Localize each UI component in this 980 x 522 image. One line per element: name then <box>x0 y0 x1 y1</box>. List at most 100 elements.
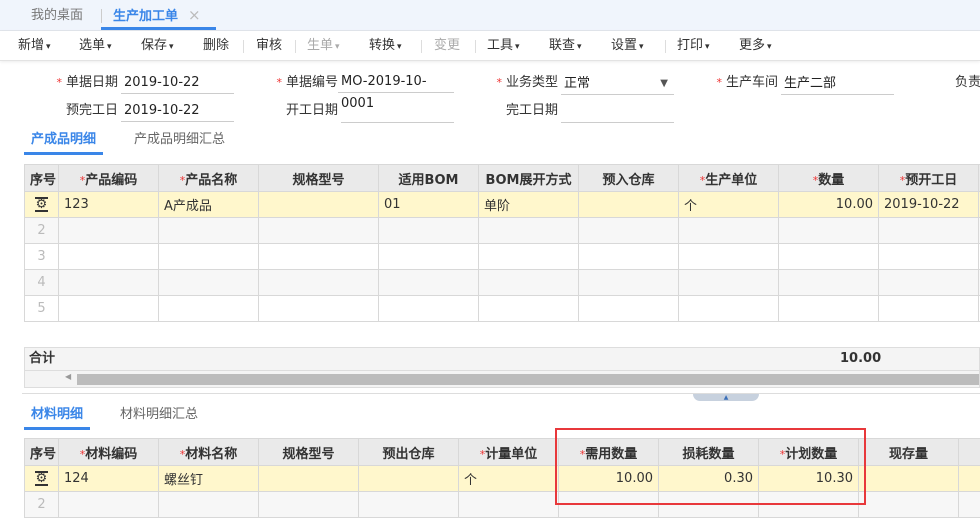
toolbar-button-4[interactable]: 审核 <box>256 31 282 61</box>
table-cell[interactable] <box>778 269 879 296</box>
table-row[interactable]: ⚙ 123 A产成品 01 单阶 个 10.00 2019-10-22 <box>24 191 980 218</box>
column-header[interactable] <box>958 438 980 466</box>
table-cell[interactable] <box>478 269 579 296</box>
table-cell[interactable] <box>858 465 959 492</box>
table-cell[interactable] <box>778 217 879 244</box>
plan-finish-field[interactable]: 2019-10-22 <box>121 100 234 122</box>
table-cell[interactable] <box>578 191 679 218</box>
column-header[interactable]: 规格型号 <box>258 164 379 192</box>
table-cell[interactable] <box>878 295 979 322</box>
table-cell[interactable] <box>878 243 979 270</box>
table-cell[interactable]: 个 <box>678 191 779 218</box>
table-row[interactable]: 2 <box>24 491 980 518</box>
table-cell[interactable] <box>578 295 679 322</box>
table-cell[interactable]: 124 <box>58 465 159 492</box>
column-header[interactable]: 适用BOM <box>378 164 479 192</box>
column-header[interactable]: BOM展开方式 <box>478 164 579 192</box>
toolbar-button-6[interactable]: 转换 ▾ <box>369 31 402 62</box>
column-header[interactable]: *计量单位 <box>458 438 559 466</box>
table-cell[interactable] <box>578 269 679 296</box>
column-header[interactable]: 现存量 <box>858 438 959 466</box>
toolbar-button-9[interactable]: 联查 ▾ <box>549 31 582 62</box>
table-cell[interactable] <box>258 243 379 270</box>
row-settings[interactable]: ⚙ <box>24 465 59 492</box>
table-cell[interactable] <box>658 491 759 518</box>
table-row[interactable]: 3 <box>24 243 980 270</box>
table-cell[interactable] <box>678 295 779 322</box>
table-cell[interactable] <box>578 217 679 244</box>
doc-date-field[interactable]: 2019-10-22 <box>121 72 234 94</box>
start-date-field[interactable] <box>341 101 454 123</box>
table-cell[interactable] <box>378 217 479 244</box>
toolbar-button-2[interactable]: 保存 ▾ <box>141 31 174 62</box>
column-header[interactable]: *产品名称 <box>158 164 259 192</box>
toolbar-button-3[interactable]: 删除 <box>203 31 229 61</box>
table-cell[interactable] <box>678 217 779 244</box>
close-icon[interactable]: × <box>188 6 201 24</box>
column-header[interactable]: *数量 <box>778 164 879 192</box>
collapse-handle[interactable]: ▲ <box>693 394 759 401</box>
table-cell[interactable] <box>778 295 879 322</box>
table-cell[interactable] <box>458 491 559 518</box>
toolbar-button-1[interactable]: 选单 ▾ <box>79 31 112 62</box>
table-cell[interactable] <box>478 217 579 244</box>
table-cell[interactable] <box>158 491 259 518</box>
table-cell[interactable] <box>158 217 259 244</box>
table-cell[interactable]: 10.30 <box>758 465 859 492</box>
column-header[interactable]: 预出仓库 <box>358 438 459 466</box>
column-header[interactable]: 序号 <box>24 438 59 466</box>
table-cell[interactable] <box>158 295 259 322</box>
scrollbar-thumb[interactable] <box>77 374 979 385</box>
table-cell[interactable] <box>678 269 779 296</box>
table-cell[interactable] <box>858 491 959 518</box>
table-cell[interactable]: 单阶 <box>478 191 579 218</box>
tab-desktop[interactable]: 我的桌面 <box>31 0 83 31</box>
tab-product-detail[interactable]: 产成品明细 <box>24 127 104 155</box>
table-cell[interactable] <box>58 217 159 244</box>
table-cell[interactable] <box>358 465 459 492</box>
column-header[interactable]: *产品编码 <box>58 164 159 192</box>
biz-type-select[interactable]: 正常 ▼ <box>561 73 674 95</box>
column-header[interactable]: 规格型号 <box>258 438 359 466</box>
table-cell[interactable] <box>558 491 659 518</box>
table-cell[interactable]: 01 <box>378 191 479 218</box>
horizontal-scrollbar[interactable]: ◀ <box>24 371 980 388</box>
toolbar-button-12[interactable]: 更多 ▾ <box>739 31 772 62</box>
table-cell[interactable] <box>958 491 980 518</box>
table-cell[interactable]: 个 <box>458 465 559 492</box>
table-row[interactable]: 5 <box>24 295 980 322</box>
table-cell[interactable] <box>258 217 379 244</box>
scroll-left-icon[interactable]: ◀ <box>65 372 71 381</box>
finish-date-field[interactable] <box>561 101 674 123</box>
table-cell[interactable] <box>478 295 579 322</box>
table-cell[interactable] <box>158 269 259 296</box>
toolbar-button-8[interactable]: 工具 ▾ <box>487 31 520 62</box>
table-cell[interactable] <box>578 243 679 270</box>
column-header[interactable]: *计划数量 <box>758 438 859 466</box>
tab-material-detail[interactable]: 材料明细 <box>24 402 91 430</box>
toolbar-button-11[interactable]: 打印 ▾ <box>677 31 710 62</box>
table-cell[interactable] <box>58 491 159 518</box>
table-cell[interactable]: 10.00 <box>778 191 879 218</box>
table-row[interactable]: 4 <box>24 269 980 296</box>
table-cell[interactable] <box>758 491 859 518</box>
table-cell[interactable] <box>358 491 459 518</box>
column-header[interactable]: *预开工日 <box>878 164 979 192</box>
table-cell[interactable] <box>58 269 159 296</box>
column-header[interactable]: *需用数量 <box>558 438 659 466</box>
table-cell[interactable] <box>478 243 579 270</box>
table-cell[interactable] <box>878 217 979 244</box>
table-row[interactable]: ⚙ 124 螺丝钉 个 10.00 0.30 10.30 <box>24 465 980 492</box>
column-header[interactable]: *材料名称 <box>158 438 259 466</box>
row-settings[interactable]: ⚙ <box>24 191 59 218</box>
table-cell[interactable] <box>378 269 479 296</box>
column-header[interactable]: 预入仓库 <box>578 164 679 192</box>
table-cell[interactable]: 10.00 <box>558 465 659 492</box>
toolbar-button-10[interactable]: 设置 ▾ <box>611 31 644 62</box>
table-cell[interactable]: A产成品 <box>158 191 259 218</box>
tab-production-order[interactable]: 生产加工单 × <box>101 0 216 30</box>
table-cell[interactable] <box>878 269 979 296</box>
table-cell[interactable]: 123 <box>58 191 159 218</box>
table-cell[interactable]: 2019-10-22 <box>878 191 979 218</box>
table-cell[interactable] <box>258 295 379 322</box>
